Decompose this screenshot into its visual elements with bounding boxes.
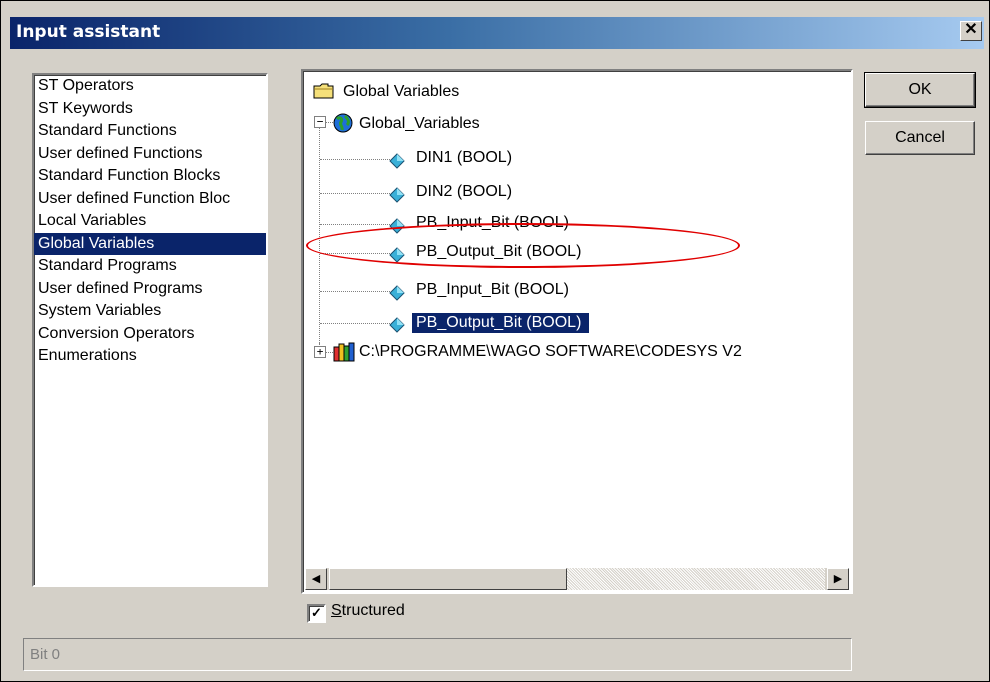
ok-button[interactable]: OK xyxy=(864,72,976,108)
structured-label-rest: tructured xyxy=(341,602,405,619)
tree-line xyxy=(320,291,390,292)
category-item[interactable]: Conversion Operators xyxy=(34,323,266,346)
dialog-title: Input assistant xyxy=(16,22,161,42)
tree-root-label[interactable]: Global Variables xyxy=(343,83,459,101)
input-assistant-dialog: Input assistant ✕ ST Operators ST Keyword… xyxy=(0,0,990,682)
tree-item-variable[interactable]: PB_Input_Bit (BOOL) xyxy=(416,281,569,299)
structured-checkbox[interactable]: ✓ xyxy=(307,604,326,623)
library-icon xyxy=(333,342,355,362)
tree-line xyxy=(320,193,390,194)
variable-icon xyxy=(389,285,405,306)
tree-line xyxy=(325,122,333,123)
structured-label-accel: S xyxy=(331,602,342,619)
status-field: Bit 0 xyxy=(23,638,852,671)
tree-item-variable[interactable]: DIN1 (BOOL) xyxy=(416,149,512,167)
tree-item-variable[interactable]: DIN2 (BOOL) xyxy=(416,183,512,201)
tree-line xyxy=(319,128,320,343)
close-button[interactable]: ✕ xyxy=(960,21,982,41)
tree-line xyxy=(325,352,333,353)
scroll-left-button[interactable]: ◀ xyxy=(305,568,327,590)
category-item[interactable]: Standard Programs xyxy=(34,255,266,278)
category-item[interactable]: Global Variables xyxy=(34,232,266,255)
tree-library-label[interactable]: C:\PROGRAMME\WAGO SOFTWARE\CODESYS V2 xyxy=(359,343,742,361)
horizontal-scrollbar[interactable]: ◀ ▶ xyxy=(305,568,849,590)
title-bar: Input assistant ✕ xyxy=(10,17,984,49)
category-item[interactable]: User defined Programs xyxy=(34,278,266,301)
annotation-ellipse xyxy=(306,223,740,268)
tree-group-label[interactable]: Global_Variables xyxy=(359,115,480,133)
variable-tree[interactable]: Global Variables − Global_Variables DIN1… xyxy=(301,69,853,594)
folder-icon xyxy=(313,83,334,99)
scroll-right-button[interactable]: ▶ xyxy=(827,568,849,590)
tree-line xyxy=(320,323,390,324)
tree-line xyxy=(320,159,390,160)
globe-icon xyxy=(333,113,353,133)
category-item[interactable]: System Variables xyxy=(34,300,266,323)
category-list[interactable]: ST Operators ST Keywords Standard Function… xyxy=(32,73,268,587)
cancel-button[interactable]: Cancel xyxy=(865,121,975,155)
variable-icon xyxy=(389,187,405,208)
scroll-thumb[interactable] xyxy=(329,568,567,590)
structured-label[interactable]: Structured xyxy=(331,602,405,620)
category-item[interactable]: Standard Functions xyxy=(34,120,266,143)
category-item[interactable]: ST Operators xyxy=(34,75,266,98)
category-item[interactable]: User defined Function Bloc xyxy=(34,188,266,211)
category-item[interactable]: Standard Function Blocks xyxy=(34,165,266,188)
scroll-track[interactable] xyxy=(567,568,825,590)
variable-icon xyxy=(389,153,405,174)
category-item[interactable]: ST Keywords xyxy=(34,98,266,121)
tree-item-variable[interactable]: PB_Output_Bit (BOOL) xyxy=(412,313,590,333)
variable-icon xyxy=(389,317,405,338)
tree-line xyxy=(320,224,390,225)
category-item[interactable]: Enumerations xyxy=(34,345,266,368)
category-item[interactable]: Local Variables xyxy=(34,210,266,233)
category-item[interactable]: User defined Functions xyxy=(34,143,266,166)
